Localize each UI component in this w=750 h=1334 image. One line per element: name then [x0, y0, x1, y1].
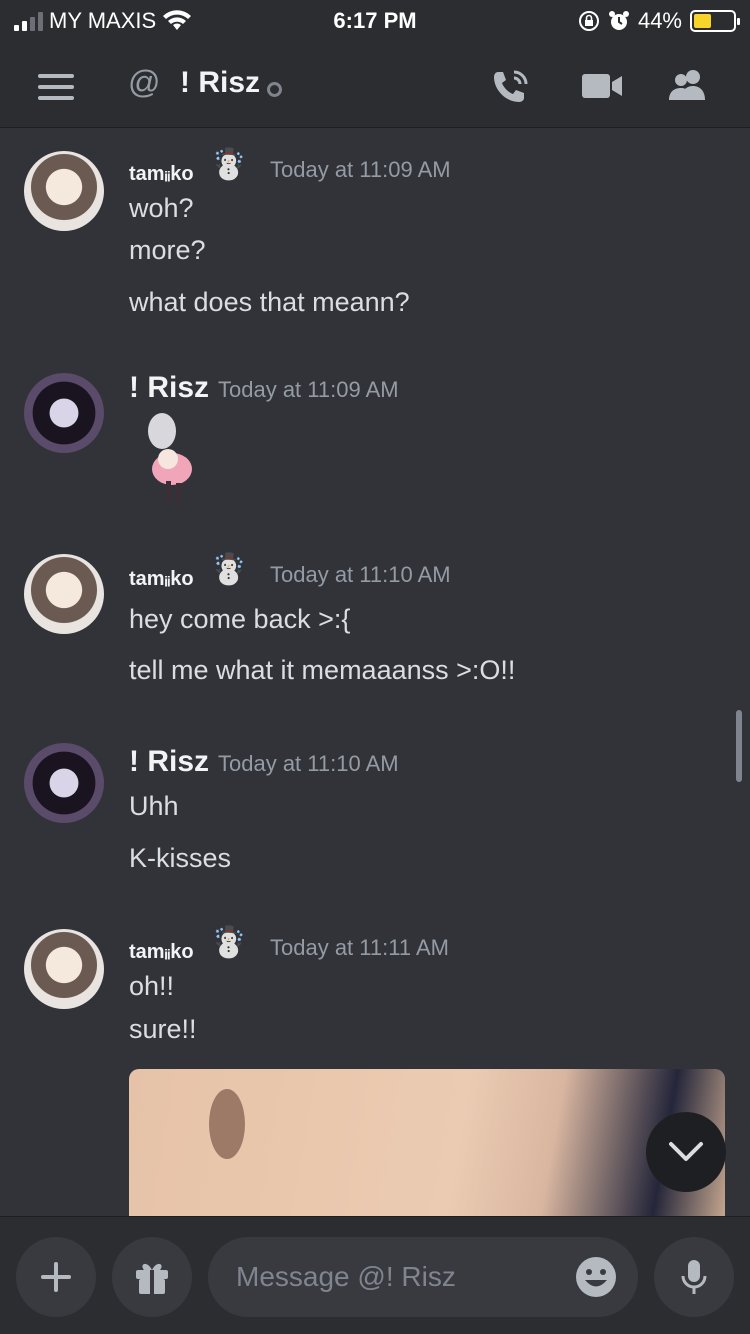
- hamburger-menu-icon[interactable]: [38, 74, 74, 100]
- avatar[interactable]: [24, 929, 104, 1009]
- microphone-icon: [681, 1260, 707, 1294]
- at-sign-icon: @: [128, 64, 161, 100]
- snowman-icon: ☃️: [210, 148, 248, 181]
- message-text: what does that meann?: [129, 287, 410, 317]
- voice-call-icon[interactable]: [490, 66, 534, 106]
- gift-button[interactable]: [112, 1237, 192, 1317]
- message-text: more?: [129, 235, 206, 265]
- channel-header: @ ! Risz: [0, 44, 750, 128]
- timestamp: Today at 11:09 AM: [270, 157, 451, 182]
- message-text: hey come back >:{: [129, 604, 351, 634]
- message-text: woh?: [129, 193, 194, 223]
- username[interactable]: tamᵢᵢko: [129, 568, 194, 591]
- avatar[interactable]: [24, 554, 104, 634]
- orientation-lock-icon: [578, 11, 599, 31]
- members-icon[interactable]: [666, 66, 710, 106]
- video-call-icon[interactable]: [580, 66, 624, 106]
- alarm-icon: [608, 11, 629, 30]
- message-composer: [0, 1216, 750, 1334]
- status-bar: MY MAXIS 6:17 PM 44%: [0, 0, 750, 44]
- scrollbar[interactable]: [736, 710, 742, 782]
- avatar[interactable]: [24, 373, 104, 453]
- voice-message-button[interactable]: [654, 1237, 734, 1317]
- avatar[interactable]: [24, 151, 104, 231]
- avatar[interactable]: [24, 743, 104, 823]
- anime-sticker[interactable]: [140, 411, 210, 506]
- message-text: sure!!: [129, 1014, 197, 1044]
- offline-status-icon: [267, 82, 282, 97]
- timestamp: Today at 11:09 AM: [218, 377, 399, 402]
- jump-to-latest-button[interactable]: [646, 1112, 726, 1192]
- emoji-picker-icon[interactable]: [574, 1255, 618, 1299]
- gift-icon: [136, 1263, 168, 1294]
- battery-percent: 44%: [637, 8, 682, 33]
- timestamp: Today at 11:10 AM: [270, 562, 451, 587]
- username[interactable]: ! Risz: [129, 371, 209, 405]
- snowman-icon: ☃️: [210, 553, 248, 586]
- channel-title[interactable]: ! Risz: [180, 66, 260, 100]
- snowman-icon: ☃️: [210, 926, 248, 959]
- plus-icon: [41, 1262, 71, 1292]
- message-text: tell me what it memaaanss >:O!!: [129, 655, 516, 685]
- chevron-down-icon: [669, 1142, 703, 1161]
- timestamp: Today at 11:10 AM: [218, 751, 399, 776]
- message-list[interactable]: tamᵢᵢko ☃️ Today at 11:09 AM woh? more? …: [0, 129, 750, 1216]
- message-text: K-kisses: [129, 843, 232, 873]
- battery-icon: [690, 10, 740, 32]
- username[interactable]: tamᵢᵢko: [129, 941, 194, 964]
- username[interactable]: ! Risz: [129, 745, 209, 779]
- timestamp: Today at 11:11 AM: [270, 935, 449, 960]
- message-text: oh!!: [129, 971, 175, 1001]
- message-text: Uhh: [129, 791, 179, 821]
- add-attachment-button[interactable]: [16, 1237, 96, 1317]
- gif-embed[interactable]: [129, 1069, 725, 1216]
- username[interactable]: tamᵢᵢko: [129, 163, 194, 186]
